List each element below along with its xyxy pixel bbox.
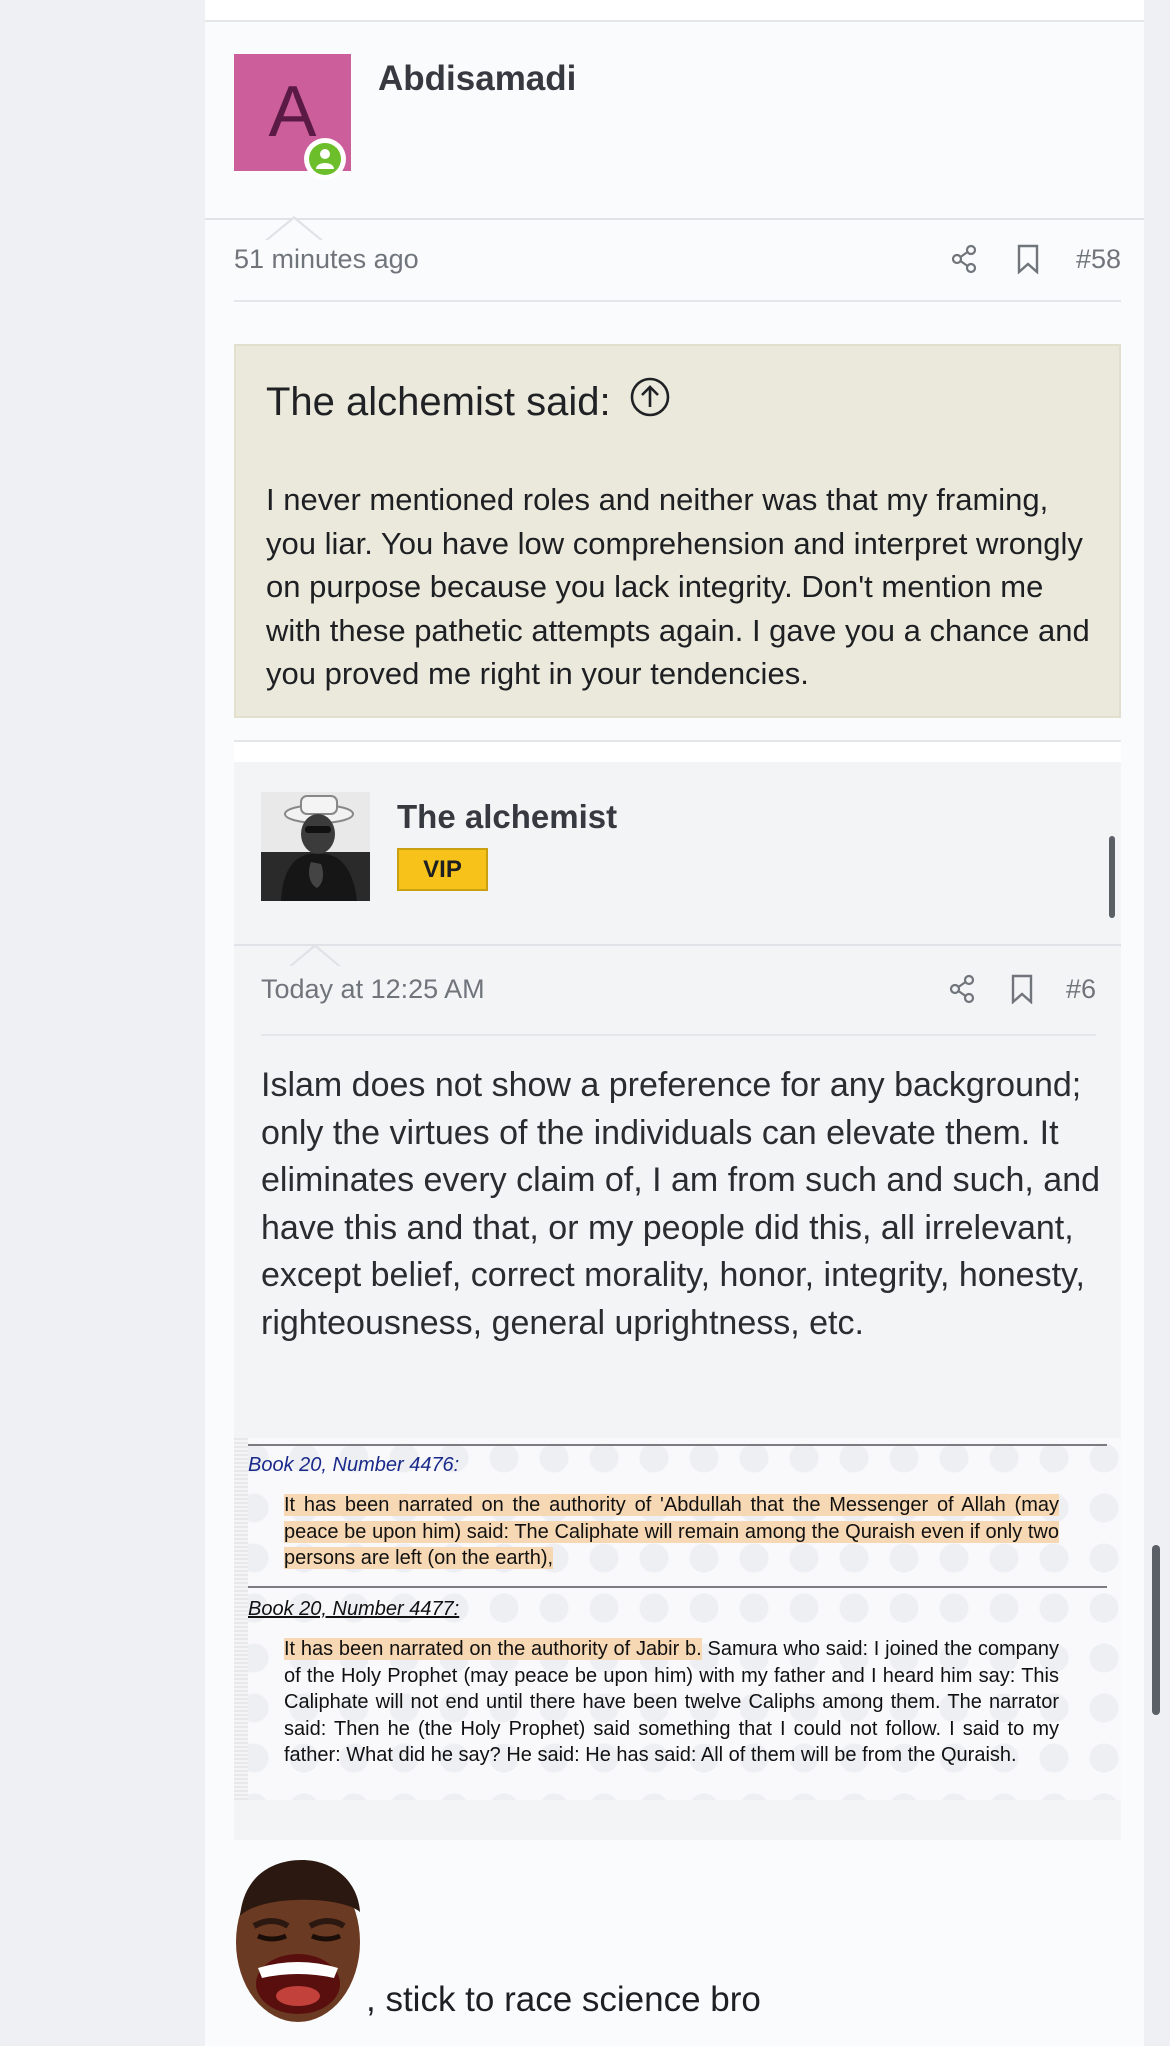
embedded-post-number[interactable]: #6 <box>1066 974 1096 1005</box>
hadith-title-2: Book 20, Number 4477: <box>248 1598 460 1620</box>
embedded-post-author[interactable]: The alchemist <box>397 798 617 836</box>
user-online-icon <box>304 138 346 180</box>
post-meta-row: 51 minutes ago #58 <box>234 222 1121 302</box>
share-icon[interactable] <box>948 242 980 276</box>
divider <box>248 1444 1107 1446</box>
divider <box>248 1586 1107 1588</box>
post-author-name[interactable]: Abdisamadi <box>378 59 576 99</box>
hadith-text-1-highlight: It has been narrated on the authority of… <box>284 1494 1059 1569</box>
previous-post-edge <box>205 0 1144 22</box>
page-scrollbar[interactable] <box>1152 1545 1160 1715</box>
embedded-post-header: The alchemist VIP <box>234 764 1121 967</box>
post-actions: #58 <box>948 242 1121 276</box>
post-number[interactable]: #58 <box>1076 244 1121 275</box>
hadith-text-2: It has been narrated on the authority of… <box>284 1636 1059 1769</box>
quote-author-said: The alchemist said: <box>266 379 611 424</box>
reply-text: , stick to race science bro <box>366 1980 761 2019</box>
quote-header[interactable]: The alchemist said: <box>266 376 671 428</box>
image-stripe <box>234 1438 248 1800</box>
embedded-timestamp[interactable]: Today at 12:25 AM <box>261 974 485 1005</box>
embedded-actions: #6 <box>946 972 1096 1006</box>
laughing-face-icon <box>232 1856 367 2026</box>
bookmark-icon[interactable] <box>1012 242 1044 276</box>
hadith-title-1: Book 20, Number 4476: <box>248 1454 460 1476</box>
vip-badge: VIP <box>397 848 488 891</box>
quote-text: I never mentioned roles and neither was … <box>266 482 1090 691</box>
embedded-meta-row: Today at 12:25 AM #6 <box>261 948 1096 1036</box>
quote-block: The alchemist said: I never mentioned ro… <box>234 344 1121 718</box>
avatar[interactable] <box>261 792 370 901</box>
post-timestamp[interactable]: 51 minutes ago <box>234 244 419 275</box>
arrow-up-circle-icon[interactable] <box>629 376 671 428</box>
hadith-text-2-highlight: It has been narrated on the authority of… <box>284 1638 702 1660</box>
hadith-image: Book 20, Number 4476: It has been narrat… <box>234 1438 1121 1800</box>
bookmark-icon[interactable] <box>1006 972 1038 1006</box>
embedded-post-text: Islam does not show a preference for any… <box>261 1066 1101 1342</box>
embedded-post: The alchemist VIP Today at 12:25 AM #6 I… <box>234 740 1121 1840</box>
post-user-header: A Abdisamadi <box>205 24 1144 241</box>
embedded-post-top <box>234 740 1121 762</box>
share-icon[interactable] <box>946 972 978 1006</box>
post-column: A Abdisamadi 51 minutes ago #58 The alch… <box>205 0 1144 2046</box>
inner-scrollbar[interactable] <box>1109 836 1115 918</box>
hadith-text-1: It has been narrated on the authority of… <box>284 1492 1059 1572</box>
